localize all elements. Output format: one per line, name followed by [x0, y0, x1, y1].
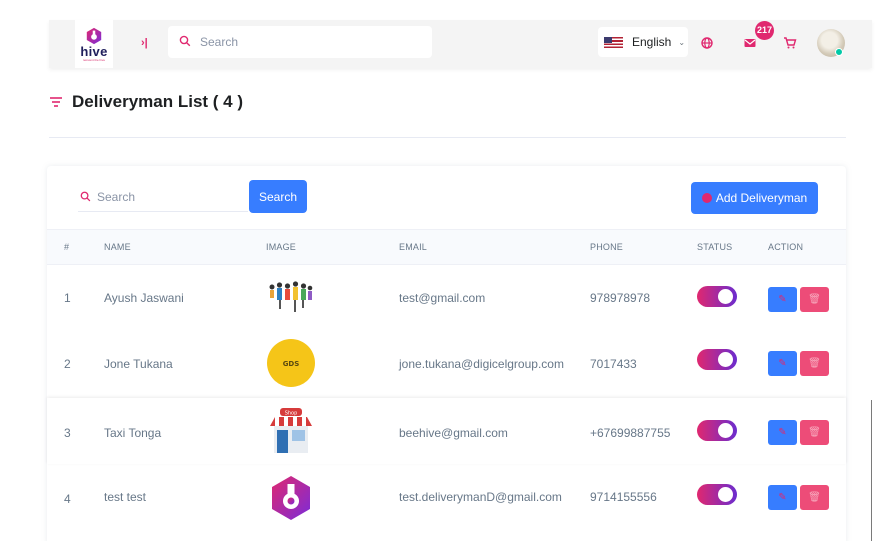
hive-logo-icon	[86, 27, 102, 44]
column-header-phone: PHONE	[590, 242, 624, 252]
column-header-name: NAME	[104, 242, 131, 252]
status-toggle[interactable]	[697, 484, 737, 505]
notification-badge: 217	[755, 21, 774, 40]
column-header-action: ACTION	[768, 242, 804, 252]
table-search-input[interactable]	[97, 182, 245, 211]
column-header-email: EMAIL	[399, 242, 428, 252]
add-deliveryman-label: Add Deliveryman	[715, 191, 808, 205]
deliveryman-name: Taxi Tonga	[104, 426, 162, 440]
deliveryman-name: Ayush Jaswani	[104, 291, 184, 305]
deliveryman-phone: +67699887755	[590, 426, 671, 440]
pencil-icon: ✎	[778, 358, 787, 369]
deliveryman-phone: 978978978	[590, 291, 651, 305]
brand-logo[interactable]: hive reinvent the hive	[75, 20, 113, 68]
title-divider	[49, 137, 846, 138]
deliveryman-email: beehive@gmail.com	[399, 426, 508, 440]
row-number: 4	[64, 492, 71, 506]
filter-list-icon	[50, 97, 62, 107]
trash-icon: 🗑	[808, 294, 821, 305]
globe-icon[interactable]	[699, 35, 715, 51]
status-toggle[interactable]	[697, 286, 737, 307]
cart-icon[interactable]	[782, 35, 798, 51]
delete-button[interactable]: 🗑	[800, 287, 829, 312]
table-row: 3 Taxi Tonga Shop beehive@gmail.com +676…	[47, 398, 846, 464]
pencil-icon: ✎	[778, 492, 787, 503]
trash-icon: 🗑	[808, 358, 821, 369]
header-search-input[interactable]	[200, 26, 420, 58]
status-toggle[interactable]	[697, 420, 737, 441]
top-header: hive reinvent the hive ›| English ⌄	[49, 20, 872, 68]
page-title: Deliveryman List ( 4 )	[49, 92, 243, 112]
deliveryman-phone: 9714155556	[590, 490, 657, 504]
chevron-down-icon: ⌄	[678, 37, 686, 47]
page-title-text: Deliveryman List ( 4 )	[72, 92, 244, 111]
language-label: English	[632, 35, 672, 49]
row-number: 1	[64, 291, 71, 305]
window-edge-line	[871, 400, 872, 541]
online-status-dot	[835, 48, 843, 56]
sidebar-toggle-icon[interactable]: ›|	[141, 36, 155, 50]
column-header-status: STATUS	[697, 242, 733, 252]
plus-circle-icon	[701, 193, 712, 203]
table-row: 1 Ayush Jaswani test@gmail.com 978978978…	[47, 265, 846, 331]
trash-icon: 🗑	[808, 427, 821, 438]
table-row: 4 test test test.deliverymanD@gmail.com …	[47, 464, 846, 530]
table-search[interactable]	[78, 182, 248, 212]
status-toggle[interactable]	[697, 349, 737, 370]
edit-button[interactable]: ✎	[768, 351, 797, 376]
deliveryman-email: test.deliverymanD@gmail.com	[399, 490, 562, 504]
team-figures-image	[269, 281, 313, 312]
edit-button[interactable]: ✎	[768, 485, 797, 510]
deliveryman-email: test@gmail.com	[399, 291, 486, 305]
gds-logo-image: GDS	[267, 339, 315, 387]
search-icon	[80, 191, 91, 202]
row-number: 2	[64, 357, 71, 371]
delete-button[interactable]: 🗑	[800, 420, 829, 445]
row-number: 3	[64, 426, 71, 440]
language-selector[interactable]: English ⌄	[598, 27, 688, 57]
logo-wordmark: hive	[80, 43, 108, 59]
logo-tagline: reinvent the hive	[82, 57, 105, 62]
search-icon	[179, 35, 191, 47]
shop-sign-text: Shop	[285, 410, 298, 416]
table-header: # NAME IMAGE EMAIL PHONE STATUS ACTION	[47, 229, 846, 265]
deliveryman-name: test test	[104, 490, 147, 504]
delete-button[interactable]: 🗑	[800, 351, 829, 376]
edit-button[interactable]: ✎	[768, 287, 797, 312]
pencil-icon: ✎	[778, 427, 787, 438]
header-search[interactable]	[168, 26, 432, 58]
deliveryman-email: jone.tukana@digicelgroup.com	[399, 357, 564, 371]
shop-storefront-image: Shop	[270, 408, 312, 453]
pencil-icon: ✎	[778, 294, 787, 305]
us-flag-icon	[604, 36, 623, 48]
gds-logo-text: GDS	[283, 360, 300, 368]
delete-button[interactable]: 🗑	[800, 485, 829, 510]
deliveryman-phone: 7017433	[590, 357, 637, 371]
trash-icon: 🗑	[808, 492, 821, 503]
column-header-image: IMAGE	[266, 242, 297, 252]
edit-button[interactable]: ✎	[768, 420, 797, 445]
add-deliveryman-button[interactable]: Add Deliveryman	[691, 182, 818, 214]
hive-logo-image	[272, 476, 310, 520]
table-row: 2 Jone Tukana GDS jone.tukana@digicelgro…	[47, 331, 846, 397]
deliveryman-name: Jone Tukana	[104, 357, 173, 371]
column-header-number: #	[64, 242, 70, 252]
search-button[interactable]: Search	[249, 180, 307, 213]
mail-icon[interactable]	[742, 35, 758, 51]
